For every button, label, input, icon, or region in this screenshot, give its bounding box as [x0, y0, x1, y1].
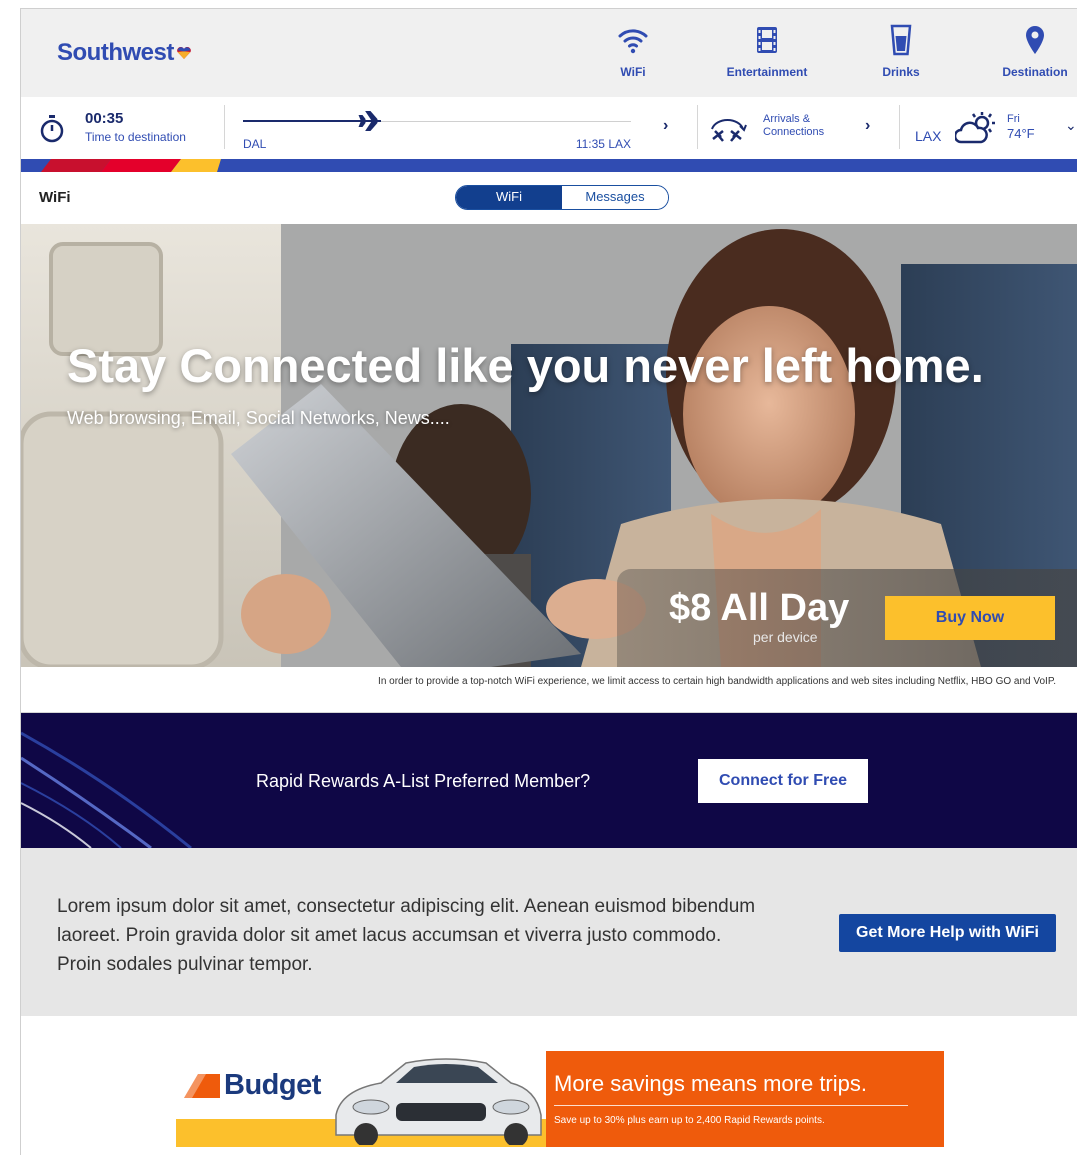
airplane-icon	[358, 111, 381, 131]
price-note: per device	[753, 629, 818, 645]
divider	[224, 105, 225, 149]
nav-item-entertainment[interactable]: Entertainment	[715, 23, 819, 79]
stripe-graphic	[41, 159, 221, 172]
price-label: $8 All Day	[669, 587, 850, 629]
nav-item-label: WiFi	[620, 65, 646, 79]
partly-sunny-icon	[955, 112, 995, 144]
heart-logo-icon	[177, 47, 191, 59]
southwest-logo[interactable]: Southwest	[57, 39, 191, 67]
hero-title: Stay Connected like you never left home.	[67, 339, 984, 392]
divider	[697, 105, 698, 149]
help-section: Lorem ipsum dolor sit amet, consectetur …	[21, 848, 1077, 1016]
arrivals-connections-icon	[711, 119, 747, 142]
hero-banner: Stay Connected like you never left home.…	[21, 224, 1077, 667]
tab-wifi[interactable]: WiFi	[456, 186, 562, 209]
price-panel: $8 All Day per device Buy Now	[617, 569, 1077, 667]
destination-city: LAX	[915, 128, 942, 144]
chevron-down-icon[interactable]: ⌄	[1065, 117, 1077, 134]
budget-logo-icon	[184, 1073, 220, 1098]
budget-ad-banner[interactable]: Budget More savings means more trips. Sa…	[176, 1051, 944, 1147]
nav-item-wifi[interactable]: WiFi	[605, 23, 661, 79]
help-text: Lorem ipsum dolor sit amet, consectetur …	[57, 896, 756, 975]
origin-airport: DAL	[243, 137, 267, 151]
app-frame: Southwest WiFi Entertainment Drinks Dest…	[20, 8, 1077, 1155]
flight-progress[interactable]: DAL 11:35 LAX	[243, 107, 631, 151]
ad-divider	[554, 1105, 908, 1106]
chevron-right-icon[interactable]: ›	[663, 117, 668, 135]
progress-fill	[243, 120, 371, 122]
divider	[899, 105, 900, 149]
ad-brand: Budget	[224, 1069, 321, 1101]
arrivals-connections-link[interactable]: Arrivals & Connections	[763, 113, 843, 139]
nav-item-label: Entertainment	[726, 65, 808, 79]
film-icon	[757, 27, 777, 53]
arrival-time: 11:35 LAX	[575, 137, 631, 151]
rewards-banner: Rapid Rewards A-List Preferred Member? C…	[21, 713, 1077, 848]
tab-messages[interactable]: Messages	[562, 186, 668, 209]
car-image	[335, 1058, 542, 1145]
weather-day: Fri	[1007, 113, 1020, 125]
swoosh-graphic	[21, 731, 192, 848]
time-remaining: 00:35	[85, 110, 124, 127]
logo-wordmark: Southwest	[57, 39, 174, 66]
ad-headline: More savings means more trips.	[554, 1071, 867, 1096]
get-more-help-button[interactable]: Get More Help with WiFi	[839, 914, 1056, 952]
budget-logo: Budget	[184, 1069, 321, 1102]
top-nav: Southwest WiFi Entertainment Drinks Dest…	[21, 9, 1077, 97]
hero-subtitle: Web browsing, Email, Social Networks, Ne…	[67, 408, 450, 428]
rewards-question: Rapid Rewards A-List Preferred Member?	[256, 771, 591, 791]
flight-status-bar: 00:35 Time to destination DAL 11:35 LAX …	[21, 97, 1077, 159]
ad-left-panel: Budget	[176, 1051, 546, 1147]
wifi-icon	[618, 29, 648, 54]
nav-item-destination[interactable]: Destination	[995, 23, 1075, 79]
nav-item-label: Drinks	[882, 65, 920, 79]
drink-icon	[890, 24, 912, 56]
stopwatch-icon	[40, 115, 64, 143]
nav-item-drinks[interactable]: Drinks	[873, 23, 929, 79]
disclaimer-text: In order to provide a top-notch WiFi exp…	[378, 676, 1056, 687]
location-pin-icon	[1026, 26, 1044, 54]
buy-now-button[interactable]: Buy Now	[885, 596, 1055, 640]
disclaimer: In order to provide a top-notch WiFi exp…	[21, 667, 1077, 713]
ad-right-panel: More savings means more trips. Save up t…	[546, 1051, 944, 1147]
wifi-messages-toggle: WiFi Messages	[455, 185, 669, 210]
weather-temp: 74°F	[1007, 126, 1035, 141]
brand-stripe	[21, 159, 1077, 172]
time-remaining-label: Time to destination	[85, 130, 186, 144]
chevron-right-icon[interactable]: ›	[865, 117, 870, 135]
ad-subtext: Save up to 30% plus earn up to 2,400 Rap…	[554, 1115, 825, 1126]
page-title: WiFi	[39, 189, 71, 206]
connect-for-free-button[interactable]: Connect for Free	[698, 759, 868, 803]
page-subheader: WiFi WiFi Messages	[21, 172, 1077, 224]
nav-item-label: Destination	[1002, 65, 1068, 79]
